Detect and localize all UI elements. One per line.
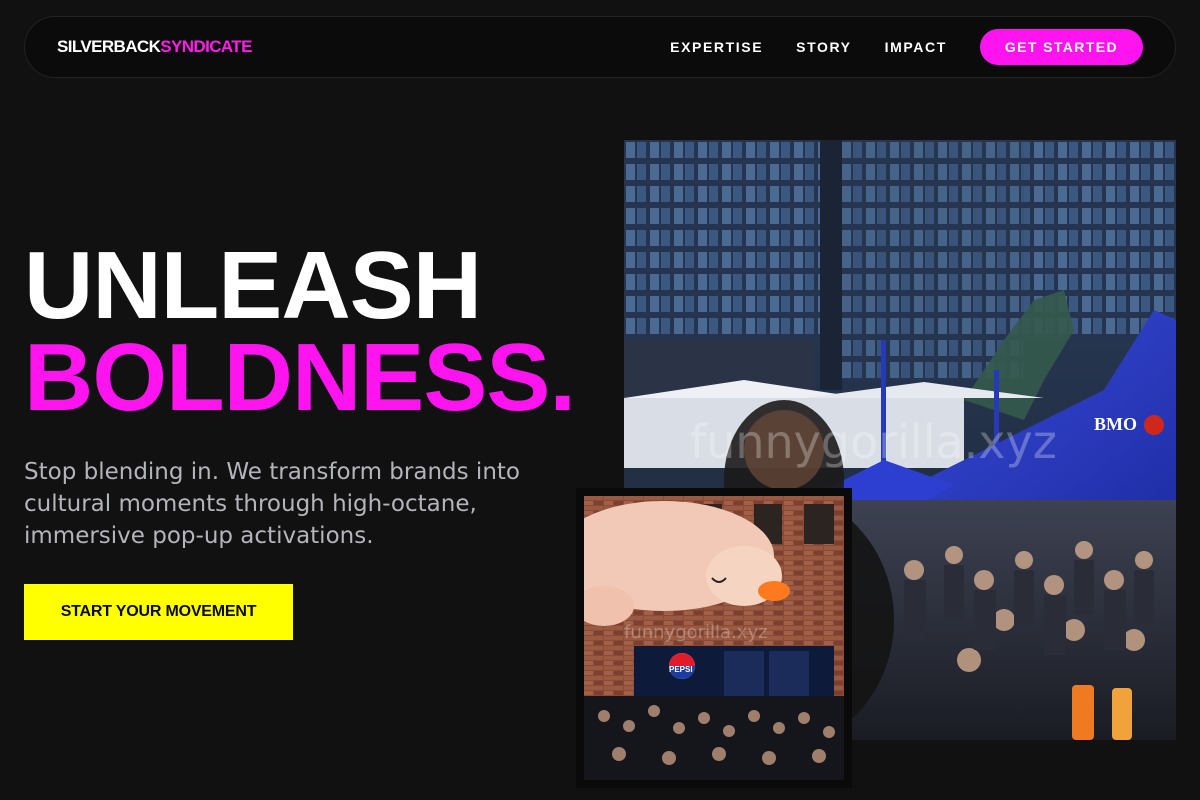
nav-link-expertise[interactable]: EXPERTISE (670, 39, 763, 55)
pepsi-booth-sign: PEPSI (669, 665, 693, 674)
secondary-photo-watermark: funnygorilla.xyz (624, 622, 768, 643)
bmo-tent-sign: BMO (1094, 414, 1137, 434)
headline-line-1: UNLEASH (24, 232, 482, 339)
secondary-photo-frame: PEPSI funnygorilla.xyz (576, 488, 852, 788)
brand-name-part2: SYNDICATE (160, 37, 252, 56)
brand-logo[interactable]: SILVERBACKSYNDICATE (57, 37, 252, 57)
hero-subheading: Stop blending in. We transform brands in… (24, 459, 520, 549)
headline-line-2: BOLDNESS. (24, 324, 576, 431)
top-nav: SILVERBACKSYNDICATE EXPERTISE STORY IMPA… (24, 16, 1176, 78)
hero-headline: UNLEASH BOLDNESS. (24, 232, 576, 431)
get-started-button[interactable]: GET STARTED (979, 29, 1143, 65)
main-photo-watermark: funnygorilla.xyz (690, 415, 1057, 469)
secondary-photo-pepsi-activation: PEPSI funnygorilla.xyz (584, 496, 844, 780)
nav-link-impact[interactable]: IMPACT (885, 39, 947, 55)
nav-link-story[interactable]: STORY (796, 39, 851, 55)
pepsi-activation-illustration: PEPSI funnygorilla.xyz (584, 496, 844, 780)
nav-links: EXPERTISE STORY IMPACT GET STARTED (637, 29, 1143, 65)
brand-name-part1: SILVERBACK (57, 37, 161, 56)
start-your-movement-button[interactable]: START YOUR MOVEMENT (24, 584, 293, 640)
